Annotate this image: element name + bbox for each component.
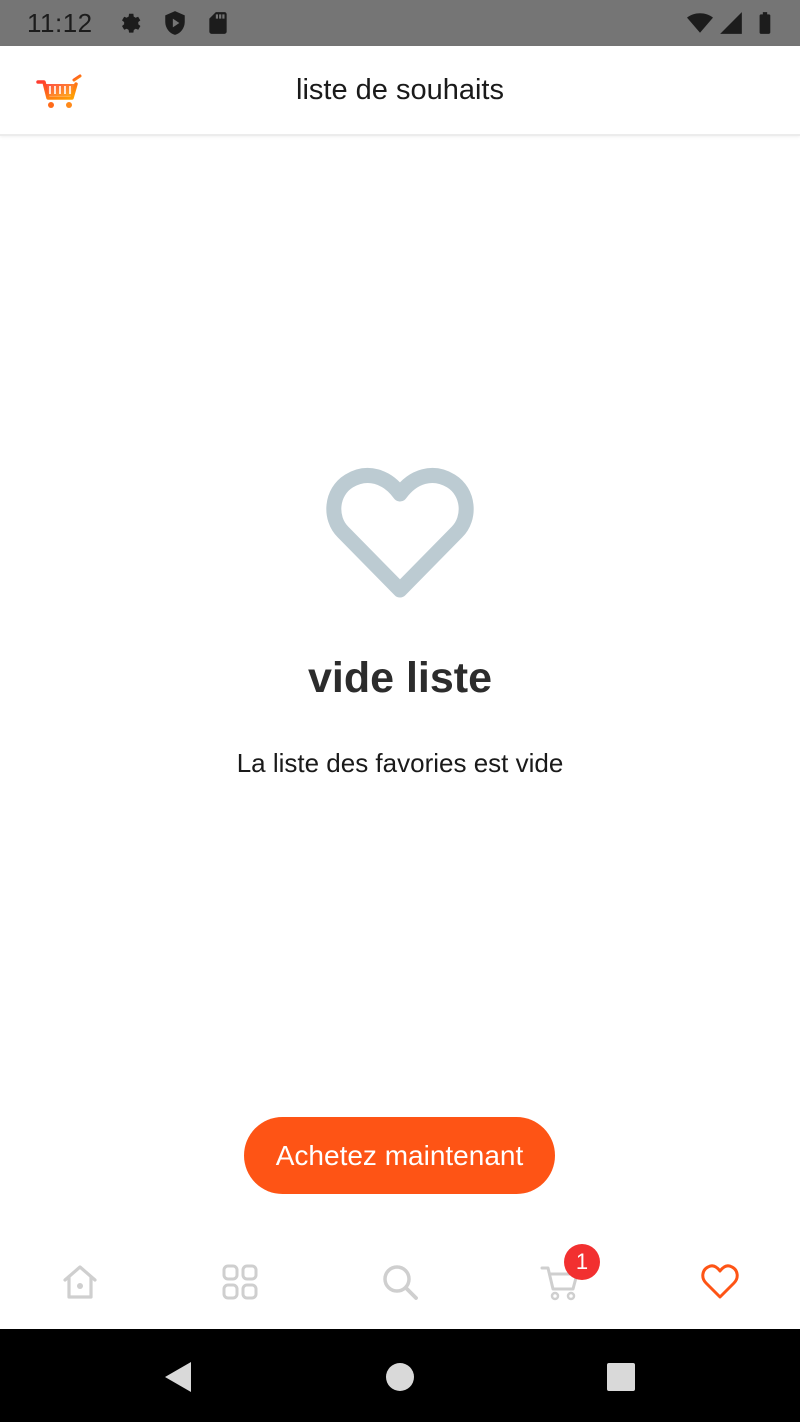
nav-item-home[interactable]	[0, 1235, 160, 1329]
bottom-nav: 1	[0, 1235, 800, 1329]
recents-icon	[607, 1363, 635, 1391]
empty-state-title: vide liste	[307, 654, 493, 702]
sd-card-icon	[209, 12, 227, 34]
nav-item-wishlist[interactable]	[640, 1235, 800, 1329]
page-title: liste de souhaits	[296, 74, 504, 106]
home-circle-icon	[386, 1363, 414, 1391]
shop-now-button[interactable]: Achetez maintenant	[244, 1117, 555, 1194]
wifi-icon	[687, 13, 713, 33]
app-bar: liste de souhaits	[0, 46, 800, 136]
heart-outline-icon	[326, 468, 474, 598]
cart-badge: 1	[564, 1244, 600, 1280]
nav-item-cart[interactable]: 1	[480, 1235, 640, 1329]
settings-icon	[122, 13, 141, 33]
system-nav-bar	[0, 1329, 800, 1422]
empty-state-subtitle: La liste des favories est vide	[236, 748, 564, 778]
status-time: 11:12	[27, 8, 93, 38]
search-icon	[383, 1265, 418, 1300]
system-home-button[interactable]	[378, 1355, 422, 1399]
status-bar: 11:12	[0, 0, 800, 46]
grid-icon	[222, 1264, 258, 1300]
shield-icon	[165, 11, 185, 35]
signal-icon	[720, 12, 742, 34]
system-recents-button[interactable]	[599, 1355, 643, 1399]
nav-item-categories[interactable]	[160, 1235, 320, 1329]
back-icon	[165, 1362, 191, 1392]
nav-item-search[interactable]	[320, 1235, 480, 1329]
battery-icon	[759, 12, 771, 34]
heart-icon	[701, 1264, 739, 1299]
system-back-button[interactable]	[156, 1355, 200, 1399]
home-icon	[63, 1265, 97, 1299]
